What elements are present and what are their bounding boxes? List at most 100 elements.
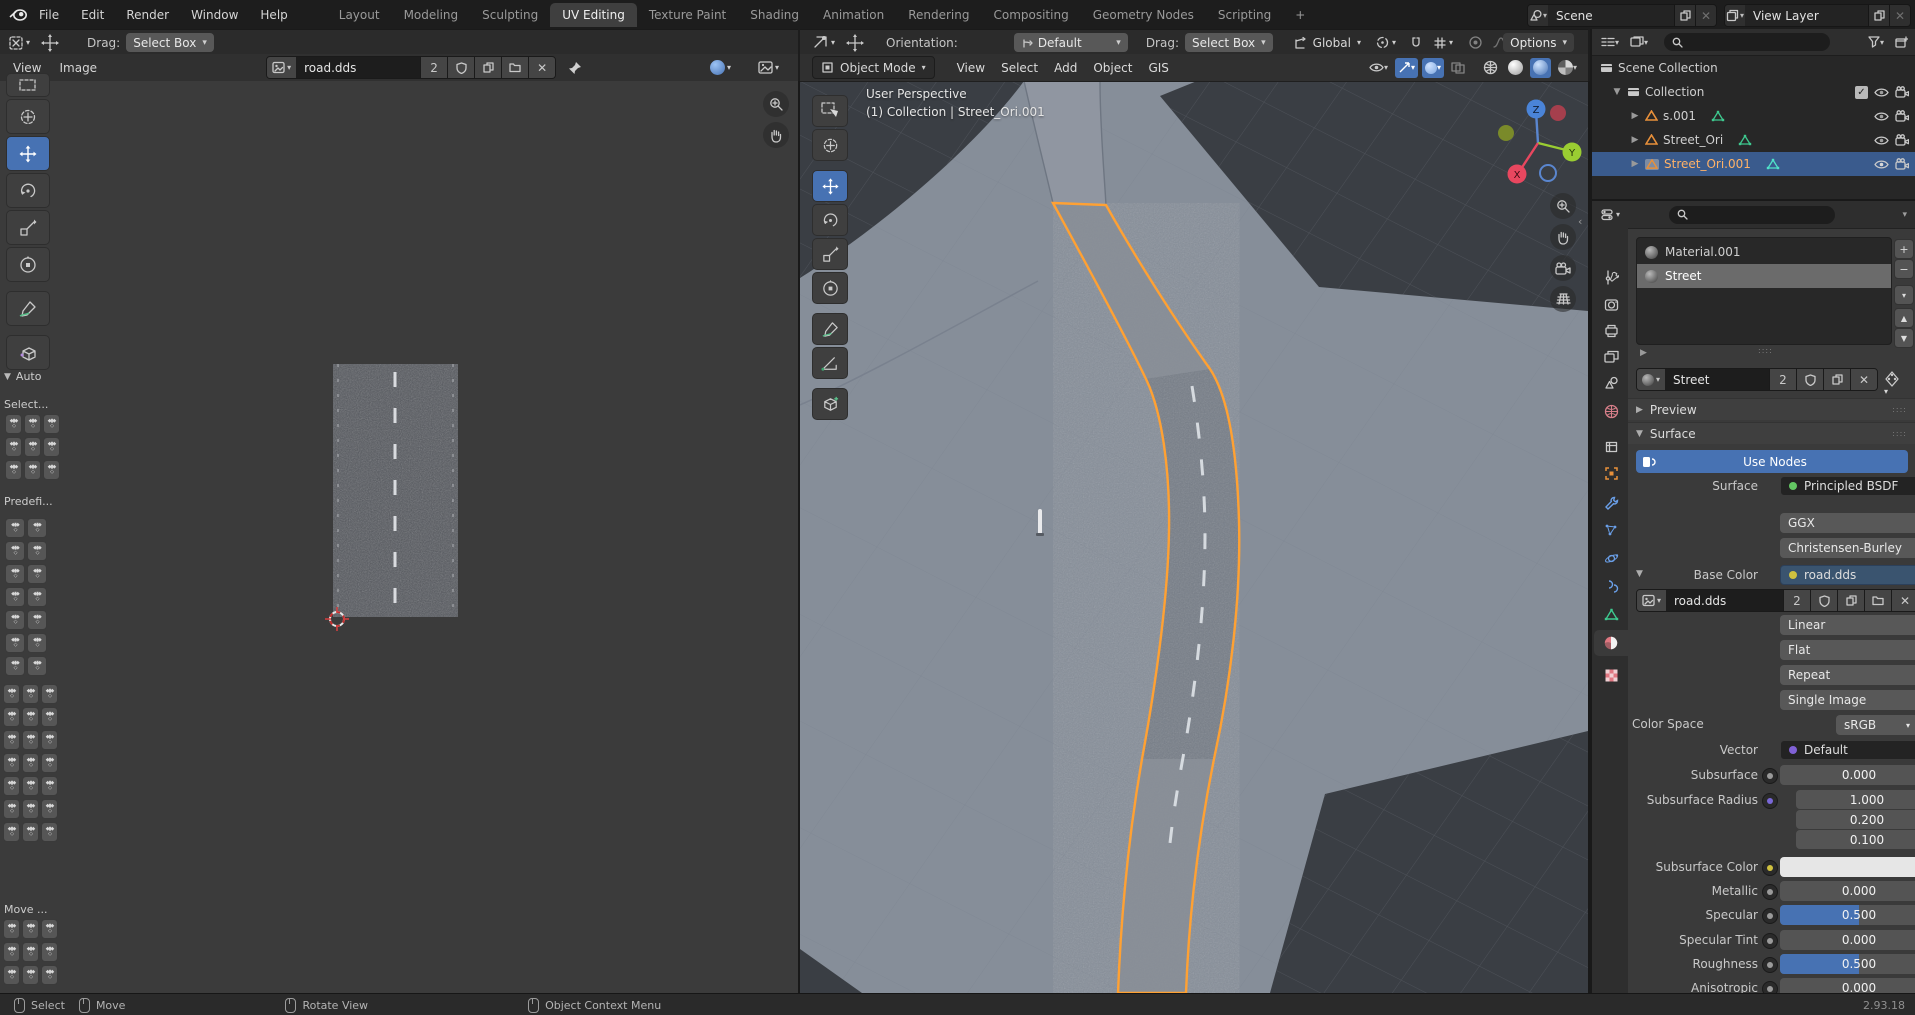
viewport-nav-gizmo[interactable]: Z Y X — [1492, 93, 1584, 185]
add-material-slot-button[interactable]: + — [1894, 239, 1914, 259]
subsurface-method-dropdown[interactable]: Christensen-Burley▾ — [1780, 538, 1915, 558]
subsurface-color-swatch[interactable] — [1780, 857, 1915, 877]
material-slot-1[interactable]: Street — [1637, 264, 1891, 288]
preset-button[interactable]: ◆▮◆◇ — [22, 965, 39, 985]
outliner-row-collection[interactable]: ▼ Collection ✓ — [1592, 80, 1915, 104]
shading-rendered-toggle[interactable]: ▾ — [1555, 58, 1580, 78]
remove-material-slot-button[interactable]: − — [1894, 259, 1914, 279]
uv-image-name[interactable]: road.dds — [296, 57, 420, 78]
preset-button[interactable]: ◆▮◆◇ — [22, 730, 39, 750]
uv-pan-icon[interactable] — [763, 122, 789, 148]
tab-texture-paint[interactable]: Texture Paint — [637, 3, 738, 27]
projection-dropdown[interactable]: Flat▾ — [1780, 640, 1915, 660]
preset-button[interactable]: ◆▮◆◇ — [5, 587, 25, 607]
subsurface-radius-x[interactable]: 1.000 — [1796, 790, 1915, 809]
preview-panel-header[interactable]: ▶Preview:::: — [1628, 398, 1915, 420]
preset-button[interactable]: ◆▮◆◇ — [3, 965, 20, 985]
show-overlays-toggle[interactable]: ▾ — [1422, 58, 1444, 78]
vp-tool-measure[interactable] — [812, 347, 848, 379]
preset-button[interactable]: ◆▮◆◇ — [27, 633, 47, 653]
surface-shader-button[interactable]: Principled BSDF — [1780, 476, 1915, 496]
subsurface-radius-y[interactable]: 0.200 — [1796, 810, 1915, 829]
base-color-link-button[interactable]: road.dds — [1780, 565, 1915, 585]
scene-unlink-button[interactable]: ✕ — [1695, 5, 1716, 26]
preset-button[interactable]: ◆▮◆◇ — [41, 730, 58, 750]
preset-button[interactable]: ◆▮◆◇ — [22, 684, 39, 704]
metallic-slider[interactable]: 0.000 — [1780, 881, 1915, 901]
tab-modeling[interactable]: Modeling — [392, 3, 471, 27]
preset-button[interactable]: ◆▮◆◇ — [3, 684, 20, 704]
tab-animation[interactable]: Animation — [811, 3, 896, 27]
street-ori-expand-icon[interactable]: ▶ — [1630, 135, 1640, 145]
color-space-dropdown[interactable]: sRGB▾ — [1836, 715, 1915, 735]
specular-socket[interactable] — [1762, 908, 1778, 924]
preset-button[interactable]: ◆▮◆◇ — [41, 707, 58, 727]
preset-button[interactable]: ◆▮◆◇ — [27, 564, 47, 584]
preset-button[interactable]: ◆▮◆◇ — [5, 460, 22, 480]
vp-tool-rotate[interactable] — [812, 204, 848, 236]
menu-help[interactable]: Help — [249, 8, 298, 22]
tab-compositing[interactable]: Compositing — [981, 3, 1080, 27]
tab-layout[interactable]: Layout — [327, 3, 392, 27]
show-gizmo-toggle[interactable]: ▾ — [1395, 58, 1418, 78]
street-ori-001-hide-eye-icon[interactable] — [1874, 159, 1889, 170]
subsurface-slider[interactable]: 0.000 — [1780, 765, 1915, 785]
vp-tool-transform[interactable] — [812, 272, 848, 304]
vp-pan-icon[interactable] — [1550, 224, 1576, 250]
transform-space-select[interactable]: Global▾ — [1293, 36, 1361, 50]
preset-button[interactable]: ◆▮◆◇ — [22, 799, 39, 819]
uv-active-tool-icon[interactable]: ▾ — [8, 35, 30, 51]
xray-toggle[interactable] — [1448, 58, 1468, 78]
preset-button[interactable]: ◆▮◆◇ — [3, 942, 20, 962]
preset-button[interactable]: ◆▮◆◇ — [41, 799, 58, 819]
preset-button[interactable]: ◆▮◆◇ — [5, 414, 22, 434]
image-fake-user-icon[interactable] — [1810, 590, 1837, 611]
distribution-dropdown[interactable]: GGX▾ — [1780, 513, 1915, 533]
preset-button[interactable]: ◆▮◆◇ — [5, 633, 25, 653]
preset-button[interactable]: ◆▮◆◇ — [41, 753, 58, 773]
preset-button[interactable]: ◆▮◆◇ — [22, 776, 39, 796]
vector-link-button[interactable]: Default — [1780, 740, 1915, 760]
preset-button[interactable]: ◆▮◆◇ — [43, 414, 60, 434]
material-fake-user-icon[interactable] — [1796, 369, 1823, 390]
tab-physics[interactable] — [1594, 545, 1628, 571]
outliner-row-s001[interactable]: ▶ s.001 — [1592, 104, 1915, 128]
vp-active-tool-icon[interactable]: ▾ — [812, 34, 835, 51]
material-copy-icon[interactable] — [1823, 369, 1850, 390]
scene-copy-button[interactable] — [1674, 5, 1695, 26]
preset-button[interactable]: ◆▮◆◇ — [41, 776, 58, 796]
outliner-filter-icon[interactable]: ▾ — [1865, 32, 1887, 52]
menu-file[interactable]: File — [28, 8, 70, 22]
outliner-row-scene-collection[interactable]: Scene Collection — [1592, 56, 1915, 80]
shading-solid-toggle[interactable] — [1505, 58, 1526, 78]
outliner-display-mode-icon[interactable]: ▾ — [1598, 32, 1622, 52]
vp-menu-view[interactable]: View — [949, 61, 993, 75]
street-ori-001-expand-icon[interactable]: ▶ — [1630, 159, 1640, 169]
preset-button[interactable]: ◆▮◆◇ — [41, 965, 58, 985]
vp-drag-select[interactable]: Select Box▾ — [1185, 33, 1273, 52]
auto-panel-header[interactable]: ▼ Auto — [4, 370, 41, 383]
street-ori-render-camera-icon[interactable] — [1895, 134, 1909, 146]
collection-hide-eye-icon[interactable] — [1874, 87, 1889, 98]
uv-canvas[interactable]: ▼ Auto Select... ◆▮◆◇◆▮◆◇◆▮◆◇◆▮◆◇◆▮◆◇◆▮◆… — [0, 81, 800, 993]
roughness-socket[interactable] — [1762, 957, 1778, 973]
preset-button[interactable]: ◆▮◆◇ — [3, 799, 20, 819]
proportional-edit-icon[interactable] — [1468, 35, 1483, 50]
preset-button[interactable]: ◆▮◆◇ — [3, 776, 20, 796]
view-layer-icon[interactable]: ▾ — [1725, 5, 1745, 26]
uv-image-users-count[interactable]: 2 — [420, 57, 447, 78]
uv-tool-move[interactable] — [6, 136, 50, 171]
tab-shading[interactable]: Shading — [738, 3, 811, 27]
uv-tool-rotate[interactable] — [6, 173, 50, 208]
outliner-row-street-ori[interactable]: ▶ Street_Ori — [1592, 128, 1915, 152]
image-browse-icon[interactable]: ▾ — [1637, 590, 1666, 611]
material-users-count[interactable]: 2 — [1769, 369, 1796, 390]
uv-tool-cursor[interactable] — [6, 99, 50, 134]
vp-tool-select-box[interactable] — [812, 95, 848, 127]
street-ori-hide-eye-icon[interactable] — [1874, 135, 1889, 146]
snap-settings-icon[interactable]: ▾ — [1433, 36, 1453, 50]
tab-constraints[interactable] — [1594, 573, 1628, 599]
vp-tool-annotate[interactable] — [812, 313, 848, 345]
tab-material[interactable] — [1594, 630, 1628, 656]
material-slot-0[interactable]: Material.001 — [1637, 240, 1891, 264]
